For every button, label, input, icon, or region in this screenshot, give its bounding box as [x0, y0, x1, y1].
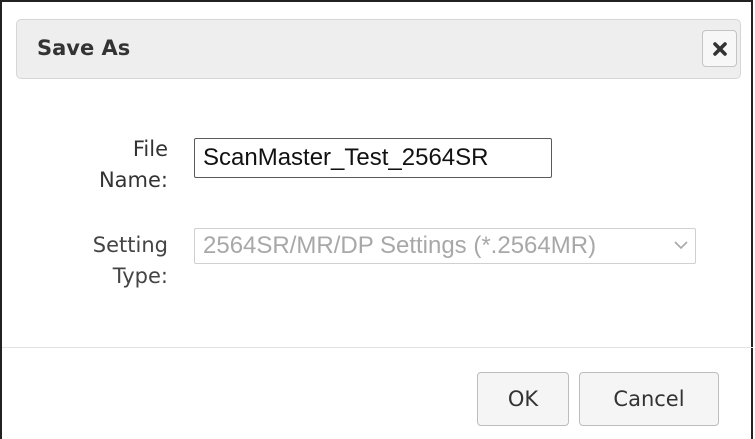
file-name-label-line1: File — [132, 137, 168, 161]
dialog-titlebar: Save As — [16, 19, 741, 79]
ok-button[interactable]: OK — [477, 372, 569, 426]
file-name-input[interactable] — [194, 138, 552, 178]
setting-type-select[interactable]: 2564SR/MR/DP Settings (*.2564MR) — [194, 228, 696, 264]
footer-divider — [2, 347, 753, 348]
file-name-label: File Name: — [58, 134, 168, 196]
close-x-icon — [712, 41, 727, 56]
file-name-label-line2: Name: — [98, 168, 168, 192]
setting-type-label-line2: Type: — [112, 264, 168, 288]
chevron-down-icon — [674, 241, 688, 250]
close-button[interactable] — [702, 30, 737, 67]
setting-type-label-line1: Setting — [92, 233, 168, 257]
cancel-button[interactable]: Cancel — [579, 372, 719, 426]
setting-type-selected-value: 2564SR/MR/DP Settings (*.2564MR) — [203, 232, 597, 259]
save-as-dialog: Save As File Name: Setting Type: 2564SR/… — [0, 0, 753, 439]
setting-type-label: Setting Type: — [58, 230, 168, 292]
dialog-title: Save As — [37, 36, 131, 60]
